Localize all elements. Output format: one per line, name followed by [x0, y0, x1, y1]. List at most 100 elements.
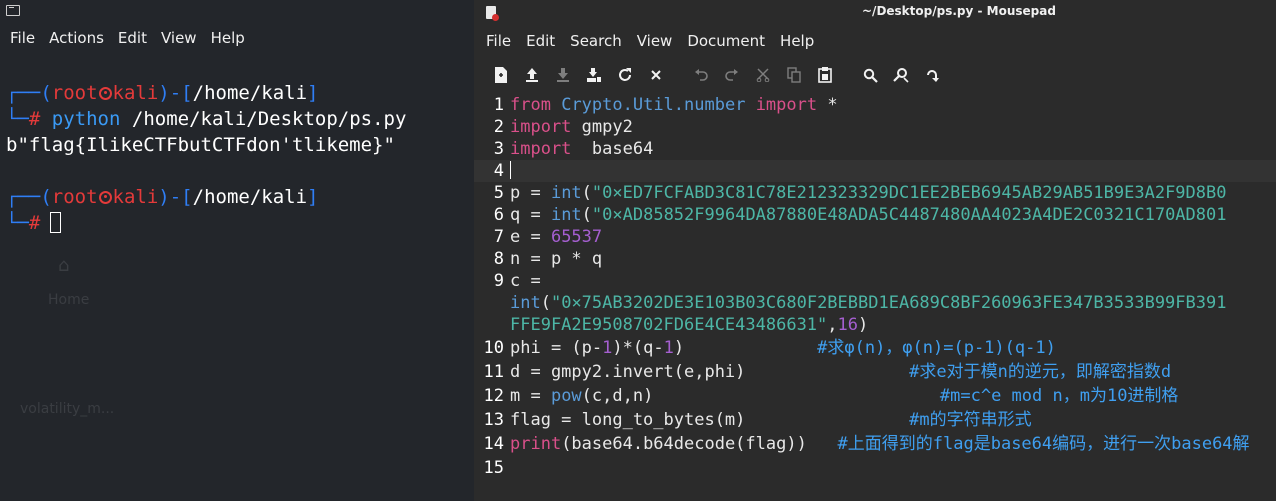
- code-text: (: [540, 293, 551, 313]
- code-line-9: 9 c =: [474, 270, 1276, 292]
- module-name: Crypto.Util.number: [561, 95, 746, 115]
- copy-icon[interactable]: [783, 64, 805, 86]
- terminal-menu-view[interactable]: View: [161, 29, 197, 47]
- line-number: 12: [483, 386, 504, 406]
- number-literal: 1: [602, 338, 613, 358]
- editor-menu-view[interactable]: View: [637, 32, 673, 50]
- code-text: e =: [510, 227, 551, 247]
- line-number: 2: [493, 117, 504, 137]
- editor-menu-file[interactable]: File: [486, 32, 511, 50]
- number-literal: 1: [663, 338, 674, 358]
- code-line-14: 14 print(base64.b64decode(flag)) #上面得到的f…: [474, 432, 1276, 456]
- code-line-10: 10 phi = (p-1)*(q-1) #求φ(n)，φ(n)=(p-1)(q…: [474, 336, 1276, 360]
- keyword: from: [510, 95, 551, 115]
- find-replace-icon[interactable]: [890, 64, 912, 86]
- code-editor[interactable]: 1 from Crypto.Util.number import * 2 imp…: [474, 94, 1276, 501]
- kali-skull-icon: [98, 191, 112, 204]
- prompt-user: root: [51, 186, 98, 208]
- desktop-home-icon: ⌂: [58, 255, 70, 276]
- terminal-titlebar: [0, 0, 474, 24]
- prompt-path: /home/kali: [192, 82, 308, 104]
- terminal-output[interactable]: ┌──(root kali)-[/home/kali] └─# python /h…: [0, 80, 474, 236]
- code-text: flag = long_to_bytes(m): [510, 410, 746, 430]
- line-number: 9: [493, 271, 504, 291]
- builtin-function: int: [550, 183, 582, 203]
- code-text: p =: [510, 183, 551, 203]
- desktop-home-label: Home: [48, 292, 90, 308]
- code-text: ,: [827, 315, 838, 335]
- code-line-4-current: 4: [474, 160, 1276, 182]
- terminal-menu-actions[interactable]: Actions: [49, 29, 104, 47]
- code-text: c =: [510, 271, 541, 291]
- line-number: 3: [493, 139, 504, 159]
- save-as-icon[interactable]: [583, 64, 605, 86]
- kali-skull-icon: [98, 87, 112, 100]
- terminal-menu-help[interactable]: Help: [211, 29, 245, 47]
- builtin-function: int: [550, 205, 582, 225]
- prompt-line-2: ┌──(root kali)-[/home/kali]: [6, 186, 319, 208]
- code-line-9-wrap-1: int("0×75AB3202DE3E103B03C680F2BEBBD1EA6…: [474, 292, 1276, 314]
- code-comment: #上面得到的flag是base64编码，进行一次base64解: [837, 434, 1250, 454]
- text-caret: [510, 161, 511, 179]
- window-title: ~/Desktop/ps.py - Mousepad: [862, 4, 1056, 18]
- paste-icon[interactable]: [814, 64, 836, 86]
- code-line-12: 12 m = pow(c,d,n) #m=c^e mod n，m为10进制格: [474, 384, 1276, 408]
- keyword: import: [510, 139, 572, 159]
- close-icon[interactable]: [645, 64, 667, 86]
- find-icon[interactable]: [859, 64, 881, 86]
- editor-menu-help[interactable]: Help: [780, 32, 814, 50]
- redo-icon[interactable]: [721, 64, 743, 86]
- go-to-line-icon[interactable]: [921, 64, 943, 86]
- terminal-menubar: File Actions Edit View Help: [0, 24, 474, 52]
- terminal-cursor: [50, 212, 62, 233]
- string-literal: FFE9FA2E9508702FD6E4CE43486631": [510, 315, 828, 335]
- keyword: import: [755, 95, 818, 115]
- code-text: base64: [571, 139, 654, 159]
- new-document-icon[interactable]: [490, 64, 512, 86]
- keyword: import: [510, 117, 572, 137]
- line-number: 1: [493, 95, 504, 115]
- editor-menubar: File Edit Search View Document Help: [474, 26, 1276, 56]
- editor-titlebar: ~/Desktop/ps.py - Mousepad: [474, 0, 1276, 26]
- command-output: b"flag{IlikeCTFbutCTFdon'tlikeme}": [6, 134, 395, 156]
- input-line[interactable]: └─#: [6, 210, 474, 236]
- string-literal: "0×AD85852F9964DA87880E48ADA5C4487480AA4…: [591, 205, 1227, 225]
- editor-menu-search[interactable]: Search: [570, 32, 622, 50]
- builtin-function: pow: [550, 386, 582, 406]
- save-icon[interactable]: [552, 64, 574, 86]
- open-icon[interactable]: [521, 64, 543, 86]
- desktop-file-label: volatility_m...: [20, 401, 115, 417]
- code-text: d = gmpy2.invert(e,phi): [510, 362, 746, 382]
- line-number: 10: [483, 338, 504, 358]
- code-text: phi = (p-: [510, 338, 603, 358]
- mousepad-window[interactable]: ~/Desktop/ps.py - Mousepad File Edit Sea…: [474, 0, 1276, 501]
- editor-menu-document[interactable]: Document: [687, 32, 765, 50]
- builtin-function: int: [510, 293, 541, 313]
- editor-toolbar: [474, 56, 1276, 94]
- code-text: ): [858, 315, 869, 335]
- code-text: ): [673, 338, 685, 358]
- terminal-icon: [6, 5, 20, 16]
- builtin-function: print: [510, 434, 562, 454]
- code-comment: #m的字符串形式: [909, 410, 1032, 430]
- prompt-line-1: ┌──(root kali)-[/home/kali]: [6, 82, 319, 104]
- line-number: 6: [493, 205, 504, 225]
- code-line-1: 1 from Crypto.Util.number import *: [474, 94, 1276, 116]
- line-number: 13: [483, 410, 504, 430]
- editor-menu-edit[interactable]: Edit: [526, 32, 555, 50]
- line-number: 11: [483, 362, 504, 382]
- terminal-menu-edit[interactable]: Edit: [118, 29, 147, 47]
- code-text: (c,d,n): [581, 386, 654, 406]
- terminal-window[interactable]: File Actions Edit View Help ⌂ Home volat…: [0, 0, 474, 501]
- undo-icon[interactable]: [690, 64, 712, 86]
- cut-icon[interactable]: [752, 64, 774, 86]
- reload-icon[interactable]: [614, 64, 636, 86]
- code-text: (base64.b64decode(flag)): [561, 434, 807, 454]
- line-number: 15: [483, 458, 504, 478]
- code-line-5: 5 p = int("0×ED7FCFABD3C81C78E212323329D…: [474, 182, 1276, 204]
- code-line-7: 7 e = 65537: [474, 226, 1276, 248]
- terminal-menu-file[interactable]: File: [10, 29, 35, 47]
- code-line-6: 6 q = int("0×AD85852F9964DA87880E48ADA5C…: [474, 204, 1276, 226]
- code-line-15: 15: [474, 456, 1276, 480]
- code-text: )*(q-: [612, 338, 664, 358]
